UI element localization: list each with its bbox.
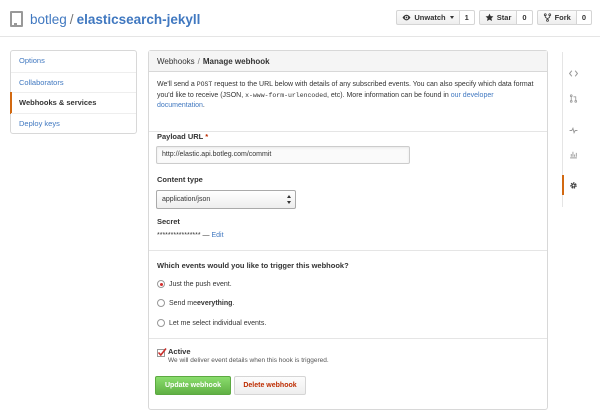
- code-icon: [568, 69, 578, 77]
- fork-button[interactable]: Fork: [536, 10, 577, 25]
- active-description: We will deliver event details when this …: [168, 357, 329, 364]
- star-action: Star 0: [478, 10, 533, 25]
- delete-webhook-button[interactable]: Delete webhook: [234, 376, 306, 395]
- repo-actions: Unwatch 1 Star 0 Fork 0: [396, 10, 592, 25]
- unwatch-button[interactable]: Unwatch: [396, 10, 460, 25]
- content-type-label: Content type: [157, 175, 203, 184]
- breadcrumb-separator: /: [197, 56, 200, 66]
- content-type-select[interactable]: application/json: [156, 190, 296, 209]
- checkmark-icon: [157, 348, 167, 357]
- menu-item-options[interactable]: Options: [11, 51, 136, 72]
- active-checkbox[interactable]: [157, 348, 167, 357]
- settings-menu: Options Collaborators Webhooks & service…: [10, 50, 137, 134]
- fork-label: Fork: [554, 13, 571, 22]
- nav-code[interactable]: [563, 63, 583, 83]
- menu-item-webhooks-services[interactable]: Webhooks & services: [10, 92, 136, 113]
- intro-code-post: POST: [196, 81, 213, 88]
- nav-settings[interactable]: [562, 175, 582, 195]
- section-divider: [149, 338, 547, 339]
- select-arrows-icon: [287, 195, 292, 204]
- payload-url-input[interactable]: http://elastic.api.botleg.com/commit: [156, 146, 410, 164]
- nav-graphs[interactable]: [563, 144, 583, 164]
- unwatch-label: Unwatch: [414, 13, 446, 22]
- secret-edit-link[interactable]: Edit: [212, 232, 224, 239]
- breadcrumb-webhooks-link[interactable]: Webhooks: [157, 57, 195, 66]
- star-button[interactable]: Star: [478, 10, 518, 25]
- menu-item-deploy-keys[interactable]: Deploy keys: [11, 112, 136, 134]
- repo-owner-link[interactable]: botleg: [30, 12, 67, 27]
- content-type-value: application/json: [162, 196, 211, 203]
- intro-code-urlencoded: x-www-form-urlencoded: [245, 91, 328, 99]
- secret-value: **************** — Edit: [157, 232, 224, 239]
- nav-pulse[interactable]: [563, 120, 583, 140]
- manage-webhook-panel: Webhooks / Manage webhook We'll send a P…: [148, 50, 548, 410]
- repo-name-link[interactable]: elasticsearch-jekyll: [77, 12, 201, 27]
- active-label[interactable]: Active: [168, 347, 191, 356]
- events-question: Which events would you like to trigger t…: [157, 261, 349, 270]
- forks-count[interactable]: 0: [576, 10, 592, 25]
- intro-text-4: .: [202, 102, 205, 109]
- radio-push-event[interactable]: [157, 280, 165, 288]
- pulse-icon: [569, 126, 577, 134]
- graph-icon: [569, 151, 577, 158]
- intro-text-1: We'll send a: [157, 81, 197, 88]
- event-option-everything-bold: everything: [197, 299, 233, 307]
- secret-dash: —: [202, 232, 210, 239]
- repo-header: botleg / elasticsearch-jekyll: [10, 8, 200, 30]
- secret-masked: ****************: [157, 232, 201, 239]
- watchers-count[interactable]: 1: [459, 10, 475, 25]
- event-option-everything-prefix: Send me: [169, 299, 198, 307]
- event-option-push[interactable]: Just the push event.: [157, 280, 232, 288]
- required-mark: *: [205, 132, 209, 141]
- menu-item-collaborators[interactable]: Collaborators: [11, 71, 136, 93]
- intro-text-3: , etc). More information can be found in: [327, 91, 451, 99]
- repo-title: botleg / elasticsearch-jekyll: [30, 12, 200, 27]
- event-option-everything-suffix: .: [232, 299, 235, 307]
- star-icon: [485, 13, 494, 21]
- payload-url-label: Payload URL *: [157, 132, 208, 141]
- event-option-everything[interactable]: Send me everything.: [157, 299, 234, 307]
- update-webhook-button[interactable]: Update webhook: [155, 376, 231, 395]
- secret-label: Secret: [157, 217, 180, 226]
- radio-everything[interactable]: [157, 299, 165, 307]
- repo-nav: [562, 52, 582, 207]
- section-divider: [149, 250, 547, 251]
- event-option-individual[interactable]: Let me select individual events.: [157, 319, 266, 327]
- webhook-intro-text: We'll send a POST request to the URL bel…: [149, 72, 547, 132]
- page-title: Manage webhook: [202, 56, 270, 66]
- watch-action: Unwatch 1: [396, 10, 475, 25]
- repo-icon: [10, 11, 23, 27]
- breadcrumb: Webhooks / Manage webhook: [149, 51, 547, 72]
- gear-icon: [569, 181, 577, 189]
- header-divider: [0, 36, 600, 37]
- star-label: Star: [496, 13, 512, 22]
- stars-count[interactable]: 0: [517, 10, 533, 25]
- fork-action: Fork 0: [536, 10, 592, 25]
- event-option-push-label: Just the push event.: [169, 280, 232, 288]
- fork-icon: [543, 13, 551, 22]
- nav-pull-requests[interactable]: [563, 88, 583, 108]
- chevron-down-icon: [449, 16, 454, 19]
- pull-request-icon: [569, 93, 577, 103]
- repo-title-separator: /: [69, 11, 74, 27]
- event-option-individual-label: Let me select individual events.: [169, 319, 267, 327]
- radio-individual-events[interactable]: [157, 319, 165, 327]
- eye-icon: [402, 14, 411, 21]
- payload-url-label-text: Payload URL: [157, 132, 204, 141]
